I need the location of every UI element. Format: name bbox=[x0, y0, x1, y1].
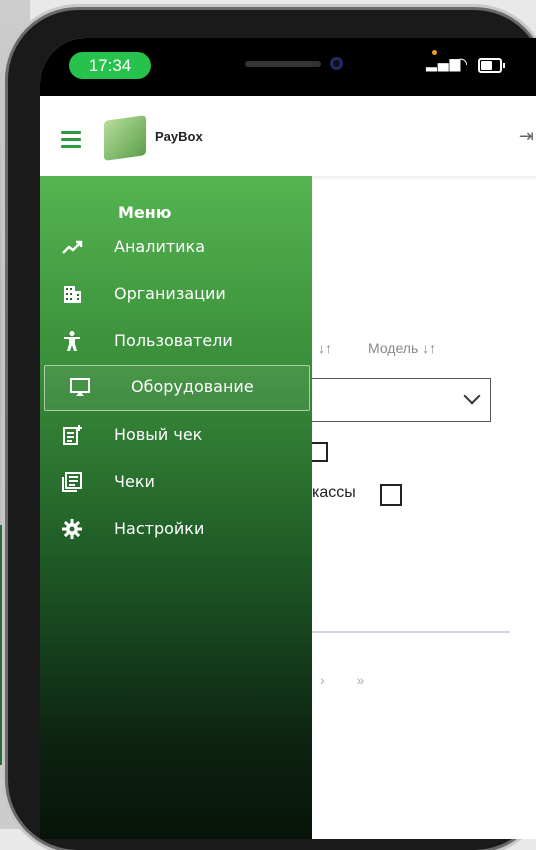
phone-screen: 17:34 ▂▄▆ ◠ PayBox ⇥ ↓↑ Модель ↓↑ кассы … bbox=[40, 38, 536, 839]
nav-item-label: Настройки bbox=[114, 519, 205, 538]
navigation-drawer: Меню Аналитика Организации Пользователи bbox=[40, 176, 312, 839]
sort-icon[interactable]: ↓↑ bbox=[318, 340, 332, 356]
nav-item-new-receipt[interactable]: Новый чек bbox=[40, 414, 312, 458]
checkbox-label: кассы bbox=[312, 484, 356, 501]
phone-frame: 17:34 ▂▄▆ ◠ PayBox ⇥ ↓↑ Модель ↓↑ кассы … bbox=[8, 10, 536, 850]
paybox-logo bbox=[104, 115, 146, 161]
monitor-icon bbox=[69, 376, 91, 398]
notch bbox=[150, 38, 420, 78]
front-camera bbox=[330, 57, 343, 70]
new-receipt-icon bbox=[61, 424, 83, 446]
brand-name: PayBox bbox=[155, 129, 203, 144]
dropdown-select[interactable] bbox=[302, 378, 491, 422]
building-icon bbox=[61, 283, 83, 305]
battery-icon bbox=[478, 58, 505, 73]
checkbox-kassy[interactable] bbox=[380, 484, 402, 506]
logout-icon[interactable]: ⇥ bbox=[519, 126, 534, 147]
nav-item-receipts[interactable]: Чеки bbox=[40, 461, 312, 505]
nav-item-settings[interactable]: Настройки bbox=[40, 508, 312, 552]
nav-item-label: Организации bbox=[114, 284, 226, 303]
indicator-dot bbox=[432, 50, 437, 55]
status-time: 17:34 bbox=[69, 52, 151, 79]
wifi-icon: ◠ bbox=[454, 54, 468, 73]
menu-icon[interactable] bbox=[61, 131, 81, 152]
chevron-down-icon bbox=[463, 387, 481, 405]
nav-item-label: Пользователи bbox=[114, 331, 233, 350]
chart-line-icon bbox=[61, 236, 83, 258]
nav-item-organizations[interactable]: Организации bbox=[40, 273, 312, 317]
receipts-icon bbox=[61, 471, 83, 493]
nav-item-label: Чеки bbox=[114, 472, 155, 491]
nav-item-equipment[interactable]: Оборудование bbox=[44, 365, 310, 411]
nav-item-label: Аналитика bbox=[114, 237, 206, 256]
divider bbox=[302, 631, 510, 633]
person-icon bbox=[61, 330, 83, 352]
nav-item-label: Новый чек bbox=[114, 425, 203, 444]
pagination[interactable]: › » bbox=[320, 672, 378, 688]
status-bar: 17:34 ▂▄▆ ◠ bbox=[40, 38, 536, 96]
nav-item-analytics[interactable]: Аналитика bbox=[40, 226, 312, 270]
gear-icon bbox=[61, 518, 83, 540]
app-header: PayBox ⇥ bbox=[40, 96, 536, 176]
nav-item-users[interactable]: Пользователи bbox=[40, 320, 312, 364]
nav-item-label: Оборудование bbox=[131, 377, 254, 396]
menu-title: Меню bbox=[118, 203, 172, 222]
speaker-grill bbox=[245, 61, 321, 67]
column-header-model[interactable]: Модель ↓↑ bbox=[368, 340, 436, 356]
